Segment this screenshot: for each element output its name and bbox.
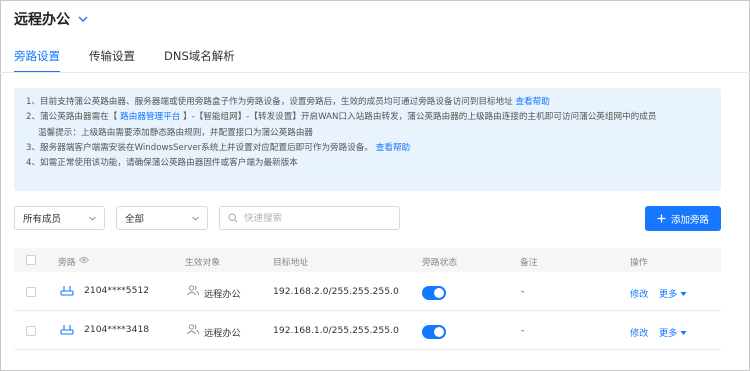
scope-select[interactable]: 全部 bbox=[116, 206, 208, 230]
caret-down-icon bbox=[680, 331, 687, 335]
target-address: 192.168.2.0/255.255.255.0 bbox=[273, 286, 399, 297]
remark: - bbox=[521, 325, 525, 336]
chevron-down-icon bbox=[89, 216, 96, 221]
member-select-value: 所有成员 bbox=[23, 214, 62, 225]
plus-icon bbox=[657, 214, 666, 223]
router-icon bbox=[60, 286, 74, 296]
col-bypass: 旁路 bbox=[58, 258, 76, 268]
table-row: 2104****5512 远程办公 192.168.2.0/255.255.25… bbox=[14, 272, 721, 311]
notice-line-1: 1、目前支持蒲公英路由器、服务器端或使用旁路盒子作为旁路设备，设置旁路后，生效的… bbox=[26, 95, 709, 110]
notice-line-5: 4、如需正常使用该功能，请确保蒲公英路由器固件或客户端为最新版本 bbox=[26, 158, 298, 169]
tab-bypass-settings[interactable]: 旁路设置 bbox=[14, 48, 60, 73]
scope-select-value: 全部 bbox=[125, 214, 145, 225]
notice-text: 3、服务器端客户端需安装在WindowsServer系统上并设置对应配置后即可作… bbox=[26, 142, 374, 153]
caret-down-icon bbox=[680, 292, 687, 296]
bypass-status-toggle[interactable] bbox=[422, 286, 446, 300]
eye-icon[interactable] bbox=[79, 256, 89, 264]
tab-transfer-settings[interactable]: 传输设置 bbox=[89, 48, 135, 70]
col-status: 旁路状态 bbox=[422, 258, 458, 268]
bypass-status-toggle[interactable] bbox=[422, 325, 446, 339]
device-id: 2104****3418 bbox=[84, 324, 150, 335]
notice-line-3: 温馨提示：上级路由需要添加静态路由规则，并配置接口为蒲公英路由器 bbox=[38, 127, 314, 138]
router-platform-link[interactable]: 路由器管理平台 bbox=[120, 112, 180, 122]
notice-text: 1、目前支持蒲公英路由器、服务器端或使用旁路盒子作为旁路设备，设置旁路后，生效的… bbox=[26, 97, 513, 107]
add-bypass-button[interactable]: 添加旁路 bbox=[645, 206, 721, 231]
help-link[interactable]: 查看帮助 bbox=[376, 143, 410, 153]
col-target-object: 生效对象 bbox=[185, 258, 221, 268]
table-header: 旁路 生效对象 目标地址 旁路状态 备注 操作 bbox=[14, 248, 721, 272]
more-dropdown[interactable]: 更多 bbox=[659, 325, 687, 339]
help-link[interactable]: 查看帮助 bbox=[515, 97, 549, 107]
row-checkbox[interactable] bbox=[26, 287, 36, 297]
device-id: 2104****5512 bbox=[84, 285, 150, 296]
page-title: 远程办公 bbox=[14, 12, 70, 28]
more-label: 更多 bbox=[659, 289, 678, 300]
tab-bar: 旁路设置 传输设置 DNS域名解析 bbox=[14, 48, 264, 73]
col-remark: 备注 bbox=[520, 258, 538, 268]
edit-link[interactable]: 修改 bbox=[630, 325, 648, 339]
group-icon bbox=[187, 285, 199, 296]
tabs-divider bbox=[0, 72, 750, 73]
search-input[interactable] bbox=[244, 212, 384, 224]
target-object: 远程办公 bbox=[204, 328, 241, 339]
tab-dns-resolution[interactable]: DNS域名解析 bbox=[164, 48, 235, 70]
notice-line-2: 2、蒲公英路由器需在【 路由器管理平台 】-【智能组网】-【转发设置】开启WAN… bbox=[26, 110, 709, 125]
col-ops: 操作 bbox=[630, 258, 648, 268]
select-all-checkbox[interactable] bbox=[26, 255, 36, 265]
target-object: 远程办公 bbox=[204, 289, 241, 300]
row-checkbox[interactable] bbox=[26, 326, 36, 336]
more-label: 更多 bbox=[659, 328, 678, 339]
col-target-address: 目标地址 bbox=[273, 258, 309, 268]
notice-line-4: 3、服务器端客户端需安装在WindowsServer系统上并设置对应配置后即可作… bbox=[26, 141, 709, 156]
notice-box: 1、目前支持蒲公英路由器、服务器端或使用旁路盒子作为旁路设备，设置旁路后，生效的… bbox=[14, 88, 721, 191]
add-bypass-label: 添加旁路 bbox=[670, 214, 709, 226]
chevron-down-icon bbox=[192, 216, 199, 221]
chevron-down-icon[interactable] bbox=[76, 12, 90, 26]
remark: - bbox=[521, 286, 525, 297]
notice-text: 】-【智能组网】-【转发设置】开启WAN口入站路由转发，蒲公英路由器的上级路由连… bbox=[183, 112, 657, 123]
title-row[interactable]: 远程办公 bbox=[14, 9, 90, 29]
router-icon bbox=[60, 325, 74, 335]
table-row: 2104****3418 远程办公 192.168.1.0/255.255.25… bbox=[14, 311, 721, 350]
group-icon bbox=[187, 324, 199, 335]
more-dropdown[interactable]: 更多 bbox=[659, 286, 687, 300]
search-box[interactable] bbox=[219, 206, 400, 230]
notice-text: 2、蒲公英路由器需在【 bbox=[26, 112, 118, 123]
target-address: 192.168.1.0/255.255.255.0 bbox=[273, 325, 399, 336]
search-icon bbox=[228, 213, 238, 223]
member-select[interactable]: 所有成员 bbox=[14, 206, 105, 230]
edit-link[interactable]: 修改 bbox=[630, 286, 648, 300]
